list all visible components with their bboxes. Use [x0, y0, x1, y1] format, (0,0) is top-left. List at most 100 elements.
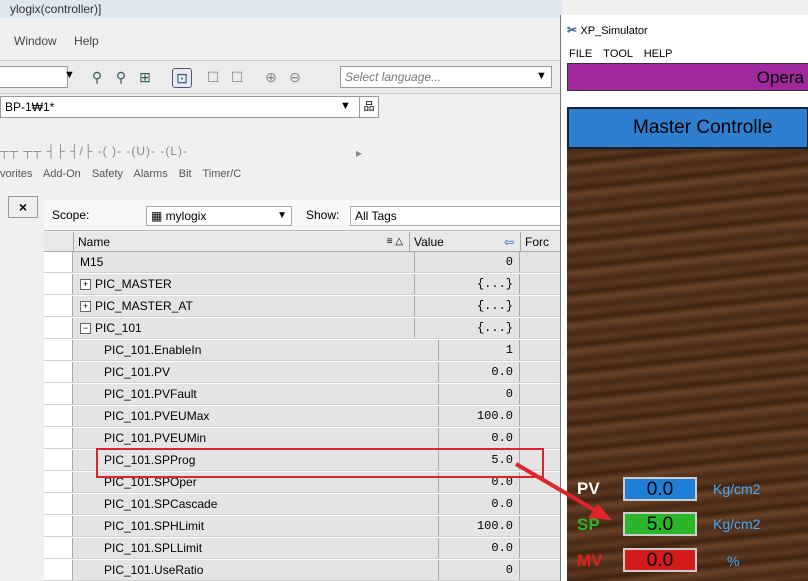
tag-name-cell[interactable]: + PIC_MASTER — [74, 274, 415, 294]
tag-name-cell[interactable]: PIC_101.UseRatio — [74, 560, 439, 580]
table-row[interactable]: + PIC_MASTER_AT {...} — [44, 296, 562, 317]
header-value[interactable]: Value ⇦ — [410, 232, 521, 252]
table-row[interactable]: PIC_101.PVFault 0 — [44, 384, 562, 405]
table-row[interactable]: PIC_101.EnableIn 1 — [44, 340, 562, 361]
tab-timer[interactable]: Timer/C — [202, 168, 241, 180]
tag-value-cell[interactable]: {...} — [410, 318, 520, 338]
tab-alarms[interactable]: Alarms — [133, 168, 167, 180]
force-cell[interactable] — [521, 538, 562, 558]
row-gutter[interactable] — [44, 472, 73, 492]
tag-name-cell[interactable]: − PIC_101 — [74, 318, 415, 338]
row-gutter[interactable] — [44, 538, 73, 558]
force-cell[interactable] — [521, 252, 562, 272]
ladder-instruction-bar[interactable]: ┬┬ ┬┬ ┤├ ┤/├ -( )- -(U)- -(L)- — [0, 144, 360, 164]
sp-input[interactable]: 5.0 — [623, 512, 697, 536]
table-row[interactable]: + PIC_MASTER {...} — [44, 274, 562, 295]
table-row[interactable]: PIC_101.SPLLimit 0.0 — [44, 538, 562, 559]
table-row[interactable]: M15 0 — [44, 252, 562, 273]
path-combo[interactable]: BP-1₩1* — [0, 96, 361, 118]
arrow-left-icon[interactable]: ⇦ — [504, 232, 514, 252]
table-row[interactable]: PIC_101.PVEUMin 0.0 — [44, 428, 562, 449]
verify-icon[interactable]: ☐ — [204, 68, 222, 86]
row-gutter[interactable] — [44, 494, 73, 514]
row-gutter[interactable] — [44, 340, 73, 360]
force-cell[interactable] — [521, 428, 562, 448]
tag-name-cell[interactable]: M15 — [74, 252, 415, 272]
table-row[interactable]: PIC_101.PVEUMax 100.0 — [44, 406, 562, 427]
tag-value-cell[interactable]: 0.0 — [410, 428, 520, 448]
tag-value-cell[interactable]: 1 — [410, 340, 520, 360]
row-gutter[interactable] — [44, 362, 73, 382]
row-gutter[interactable] — [44, 516, 73, 536]
menu-tool[interactable]: TOOL — [603, 48, 632, 60]
row-gutter[interactable] — [44, 428, 73, 448]
row-gutter[interactable] — [44, 318, 73, 338]
tab-favorites[interactable]: vorites — [0, 168, 32, 180]
force-cell[interactable] — [521, 362, 562, 382]
row-gutter[interactable] — [44, 274, 73, 294]
force-cell[interactable] — [521, 384, 562, 404]
find-icon[interactable]: ⚲ — [88, 68, 106, 86]
chevron-down-icon[interactable]: ▼ — [536, 70, 547, 82]
force-cell[interactable] — [521, 296, 562, 316]
tag-name-cell[interactable]: PIC_101.PVEUMin — [74, 428, 439, 448]
scope-combo[interactable]: ▦ mylogix ▼ — [146, 206, 292, 226]
row-gutter[interactable] — [44, 296, 73, 316]
tag-name-cell[interactable]: PIC_101.PV — [74, 362, 439, 382]
zoom-in-icon[interactable]: ⊕ — [262, 68, 280, 86]
row-gutter[interactable] — [44, 450, 73, 470]
force-cell[interactable] — [521, 274, 562, 294]
header-force[interactable]: Forc — [521, 232, 562, 252]
language-select[interactable]: Select language... — [340, 66, 552, 88]
tag-name-cell[interactable]: PIC_101.SPLLimit — [74, 538, 439, 558]
tag-name-cell[interactable]: PIC_101.PVFault — [74, 384, 439, 404]
chevron-down-icon[interactable]: ▼ — [64, 69, 75, 81]
chevron-down-icon[interactable]: ▼ — [277, 207, 287, 225]
force-cell[interactable] — [521, 318, 562, 338]
tab-add-on[interactable]: Add-On — [43, 168, 81, 180]
table-row[interactable]: − PIC_101 {...} — [44, 318, 562, 339]
tag-value-cell[interactable]: 0.0 — [410, 362, 520, 382]
tag-value-cell[interactable]: 0 — [410, 384, 520, 404]
cross-reference-icon[interactable]: ⊞ — [136, 68, 154, 86]
tag-name-cell[interactable]: PIC_101.SPCascade — [74, 494, 439, 514]
menu-help[interactable]: HELP — [644, 48, 673, 60]
tag-value-cell[interactable]: 100.0 — [410, 406, 520, 426]
menu-file[interactable]: FILE — [569, 48, 592, 60]
edit-icon[interactable]: ☐ — [228, 68, 246, 86]
find-next-icon[interactable]: ⚲ — [112, 68, 130, 86]
tag-value-cell[interactable]: 0 — [410, 560, 520, 580]
tag-value-cell[interactable]: 0 — [410, 252, 520, 272]
expand-icon[interactable]: + — [80, 279, 91, 290]
tag-properties-icon[interactable]: ⊡ — [172, 68, 192, 88]
tag-name-cell[interactable]: PIC_101.SPHLimit — [74, 516, 439, 536]
tag-value-cell[interactable]: {...} — [410, 296, 520, 316]
collapse-icon[interactable]: − — [80, 323, 91, 334]
toolbar-combo[interactable] — [0, 66, 68, 88]
force-cell[interactable] — [521, 406, 562, 426]
tag-name-cell[interactable]: PIC_101.EnableIn — [74, 340, 439, 360]
show-combo[interactable]: All Tags — [350, 206, 562, 226]
menu-help[interactable]: Help — [74, 34, 99, 48]
row-gutter[interactable] — [44, 252, 73, 272]
tag-value-cell[interactable]: {...} — [410, 274, 520, 294]
tag-name-cell[interactable]: PIC_101.PVEUMax — [74, 406, 439, 426]
close-button[interactable]: × — [8, 196, 38, 218]
tag-value-cell[interactable]: 0.0 — [410, 538, 520, 558]
tab-safety[interactable]: Safety — [92, 168, 123, 180]
chevron-right-icon[interactable]: ▸ — [356, 146, 362, 160]
force-cell[interactable] — [521, 560, 562, 580]
header-name[interactable]: Name ≡ △ — [74, 232, 410, 252]
table-row[interactable]: PIC_101.UseRatio 0 — [44, 560, 562, 581]
force-cell[interactable] — [521, 340, 562, 360]
row-gutter[interactable] — [44, 406, 73, 426]
tab-bit[interactable]: Bit — [179, 168, 192, 180]
chevron-down-icon[interactable]: ▼ — [340, 100, 351, 112]
tag-name-cell[interactable]: + PIC_MASTER_AT — [74, 296, 415, 316]
row-gutter[interactable] — [44, 384, 73, 404]
row-gutter[interactable] — [44, 560, 73, 580]
menu-window[interactable]: Window — [14, 34, 57, 48]
table-row[interactable]: PIC_101.PV 0.0 — [44, 362, 562, 383]
sort-icon[interactable]: ≡ △ — [387, 232, 403, 252]
network-icon[interactable]: 品 — [359, 96, 379, 118]
